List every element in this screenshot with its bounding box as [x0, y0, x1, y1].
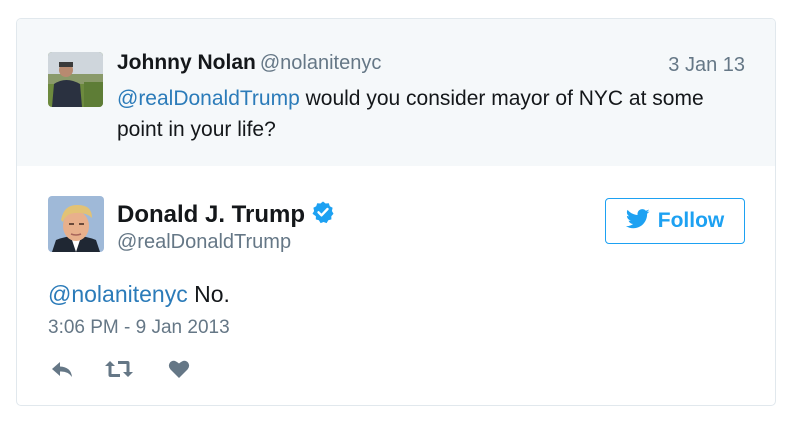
mention-link[interactable]: @nolanitenyc: [48, 281, 188, 307]
parent-mention-link[interactable]: @realDonaldTrump: [117, 87, 300, 110]
tweet-timestamp[interactable]: 3:06 PM - 9 Jan 2013: [48, 317, 230, 339]
parent-tweet[interactable]: Johnny Nolan @nolanitenyc 3 Jan 13 @realD…: [17, 19, 775, 166]
retweet-icon[interactable]: [104, 359, 134, 384]
parent-tweet-date[interactable]: 3 Jan 13: [668, 54, 745, 77]
follow-button[interactable]: Follow: [605, 198, 745, 244]
author-name[interactable]: Donald J. Trump: [117, 200, 335, 231]
author-name-text[interactable]: Donald J. Trump: [117, 201, 305, 228]
parent-author-name[interactable]: Johnny Nolan @nolanitenyc: [117, 51, 381, 75]
follow-label: Follow: [657, 209, 725, 232]
author-handle[interactable]: @realDonaldTrump: [117, 231, 291, 254]
author-avatar[interactable]: [48, 196, 104, 252]
parent-author-name-text[interactable]: Johnny Nolan: [117, 51, 256, 74]
parent-tweet-text: @realDonaldTrump would you consider mayo…: [117, 83, 737, 145]
heart-icon[interactable]: [168, 359, 190, 384]
parent-author-avatar[interactable]: [48, 52, 103, 107]
embedded-tweet-card: Johnny Nolan @nolanitenyc 3 Jan 13 @realD…: [16, 18, 776, 406]
verified-badge-icon: [311, 200, 335, 231]
tweet-text: @nolanitenyc No.: [48, 281, 230, 308]
twitter-bird-icon: [625, 208, 650, 234]
parent-author-handle[interactable]: @nolanitenyc: [260, 52, 381, 74]
tweet-body: No.: [187, 281, 230, 307]
reply-icon[interactable]: [50, 359, 74, 384]
